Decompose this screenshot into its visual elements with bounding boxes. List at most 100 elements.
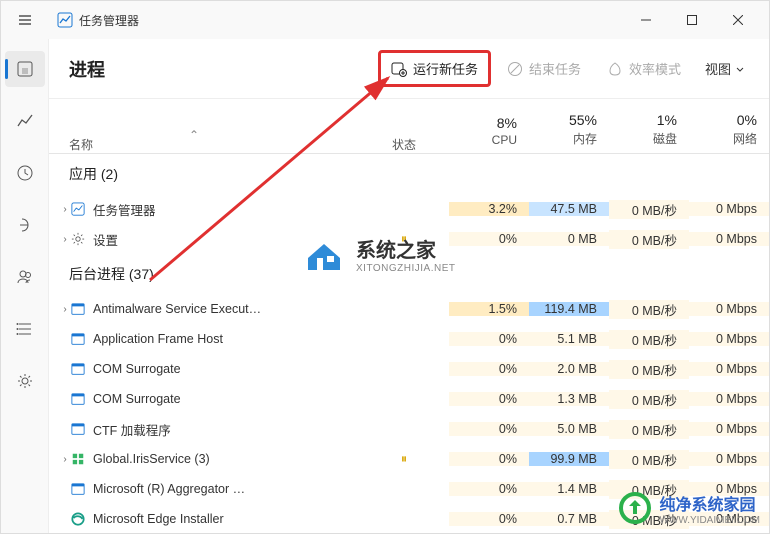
close-button[interactable] [715, 4, 761, 36]
network-cell: 0 Mbps [689, 302, 769, 316]
process-row[interactable]: Application Frame Host0%5.1 MB0 MB/秒0 Mb… [49, 324, 769, 354]
network-cell: 0 Mbps [689, 202, 769, 216]
process-name: Microsoft (R) Aggregator … [93, 482, 359, 496]
process-icon [69, 390, 87, 408]
view-dropdown[interactable]: 视图 [697, 53, 753, 84]
process-row[interactable]: Microsoft (R) Aggregator … 0%1.4 MB0 MB/秒… [49, 474, 769, 504]
nav-startup[interactable] [5, 207, 45, 243]
process-row[interactable]: ›设置⏸0%0 MB0 MB/秒0 Mbps [49, 224, 769, 254]
disk-cell: 0 MB/秒 [609, 300, 689, 319]
expand-toggle[interactable]: › [49, 454, 69, 465]
memory-cell: 1.4 MB [529, 482, 609, 496]
process-row[interactable]: ›Global.IrisService (3)⏸0%99.9 MB0 MB/秒0… [49, 444, 769, 474]
memory-cell: 119.4 MB [529, 302, 609, 316]
cpu-cell: 0% [449, 482, 529, 496]
columns-header: ⌃ 名称 状态 8% CPU 55% 内存 1% 磁盘 0% [49, 99, 769, 154]
efficiency-label: 效率模式 [629, 59, 681, 78]
column-memory-header[interactable]: 55% 内存 [529, 112, 609, 153]
group-apps-header[interactable]: 应用 (2) [49, 154, 769, 194]
end-task-button[interactable]: 结束任务 [497, 53, 591, 84]
process-icon [69, 480, 87, 498]
page-header: 进程 运行新任务 结束任务 效率模式 [49, 39, 769, 99]
process-icon [69, 230, 87, 248]
process-name: CTF 加载程序 [93, 420, 359, 439]
process-status-icon: ⏸ [359, 452, 449, 467]
minimize-button[interactable] [623, 4, 669, 36]
column-network-header[interactable]: 0% 网络 [689, 112, 769, 153]
memory-cell: 5.1 MB [529, 332, 609, 346]
process-icon [69, 510, 87, 528]
network-cell: 0 Mbps [689, 332, 769, 346]
network-cell: 0 Mbps [689, 362, 769, 376]
nav-history[interactable] [5, 155, 45, 191]
column-cpu-header[interactable]: 8% CPU [449, 115, 529, 153]
memory-cell: 5.0 MB [529, 422, 609, 436]
process-row[interactable]: COM Surrogate 0%1.3 MB0 MB/秒0 Mbps [49, 384, 769, 414]
process-icon [69, 200, 87, 218]
cpu-cell: 0% [449, 392, 529, 406]
memory-cell: 0 MB [529, 232, 609, 246]
process-row[interactable]: CTF 加载程序0%5.0 MB0 MB/秒0 Mbps [49, 414, 769, 444]
process-icon [69, 420, 87, 438]
process-name: Microsoft Edge Installer [93, 512, 359, 526]
network-cell: 0 Mbps [689, 422, 769, 436]
memory-cell: 1.3 MB [529, 392, 609, 406]
nav-details[interactable] [5, 311, 45, 347]
run-new-task-button[interactable]: 运行新任务 [378, 50, 491, 87]
expand-toggle[interactable]: › [49, 204, 69, 215]
network-cell: 0 Mbps [689, 392, 769, 406]
cpu-cell: 0% [449, 422, 529, 436]
process-name: Antimalware Service Execut… [93, 302, 359, 316]
cpu-cell: 0% [449, 452, 529, 466]
hamburger-menu-button[interactable] [9, 4, 41, 36]
nav-users[interactable] [5, 259, 45, 295]
column-name-header[interactable]: ⌃ 名称 [49, 136, 359, 153]
process-list[interactable]: 应用 (2)›任务管理器3.2%47.5 MB0 MB/秒0 Mbps›设置⏸0… [49, 154, 769, 533]
efficiency-icon [607, 61, 623, 77]
run-new-task-label: 运行新任务 [413, 59, 478, 78]
memory-cell: 47.5 MB [529, 202, 609, 216]
efficiency-mode-button[interactable]: 效率模式 [597, 53, 691, 84]
disk-cell: 0 MB/秒 [609, 330, 689, 349]
disk-cell: 0 MB/秒 [609, 510, 689, 529]
process-name: 任务管理器 [93, 200, 359, 219]
group-background-header[interactable]: 后台进程 (37) [49, 254, 769, 294]
disk-cell: 0 MB/秒 [609, 390, 689, 409]
expand-toggle[interactable]: › [49, 304, 69, 315]
disk-cell: 0 MB/秒 [609, 230, 689, 249]
column-status-header[interactable]: 状态 [359, 136, 449, 153]
run-task-icon [391, 61, 407, 77]
process-name: Global.IrisService (3) [93, 452, 359, 466]
process-icon [69, 450, 87, 468]
column-disk-header[interactable]: 1% 磁盘 [609, 112, 689, 153]
expand-toggle[interactable]: › [49, 234, 69, 245]
process-icon [69, 330, 87, 348]
cpu-cell: 3.2% [449, 202, 529, 216]
sort-indicator-icon: ⌃ [189, 128, 199, 142]
disk-cell: 0 MB/秒 [609, 450, 689, 469]
page-title: 进程 [69, 56, 105, 82]
end-task-icon [507, 61, 523, 77]
cpu-cell: 0% [449, 362, 529, 376]
process-name: COM Surrogate [93, 392, 359, 406]
nav-services[interactable] [5, 363, 45, 399]
memory-cell: 0.7 MB [529, 512, 609, 526]
nav-performance[interactable] [5, 103, 45, 139]
process-row[interactable]: COM Surrogate0%2.0 MB0 MB/秒0 Mbps [49, 354, 769, 384]
nav-processes[interactable] [5, 51, 45, 87]
process-icon [69, 300, 87, 318]
cpu-cell: 0% [449, 232, 529, 246]
process-name: Application Frame Host [93, 332, 359, 346]
process-row[interactable]: Microsoft Edge Installer 0%0.7 MB0 MB/秒0 … [49, 504, 769, 533]
process-row[interactable]: ›任务管理器3.2%47.5 MB0 MB/秒0 Mbps [49, 194, 769, 224]
process-row[interactable]: ›Antimalware Service Execut…1.5%119.4 MB… [49, 294, 769, 324]
cpu-cell: 0% [449, 512, 529, 526]
disk-cell: 0 MB/秒 [609, 480, 689, 499]
memory-cell: 99.9 MB [529, 452, 609, 466]
task-manager-window: 任务管理器 进程 运行新任务 [0, 0, 770, 534]
nav-rail [1, 39, 49, 533]
network-cell: 0 Mbps [689, 512, 769, 526]
process-name: 设置 [93, 230, 359, 249]
maximize-button[interactable] [669, 4, 715, 36]
memory-cell: 2.0 MB [529, 362, 609, 376]
